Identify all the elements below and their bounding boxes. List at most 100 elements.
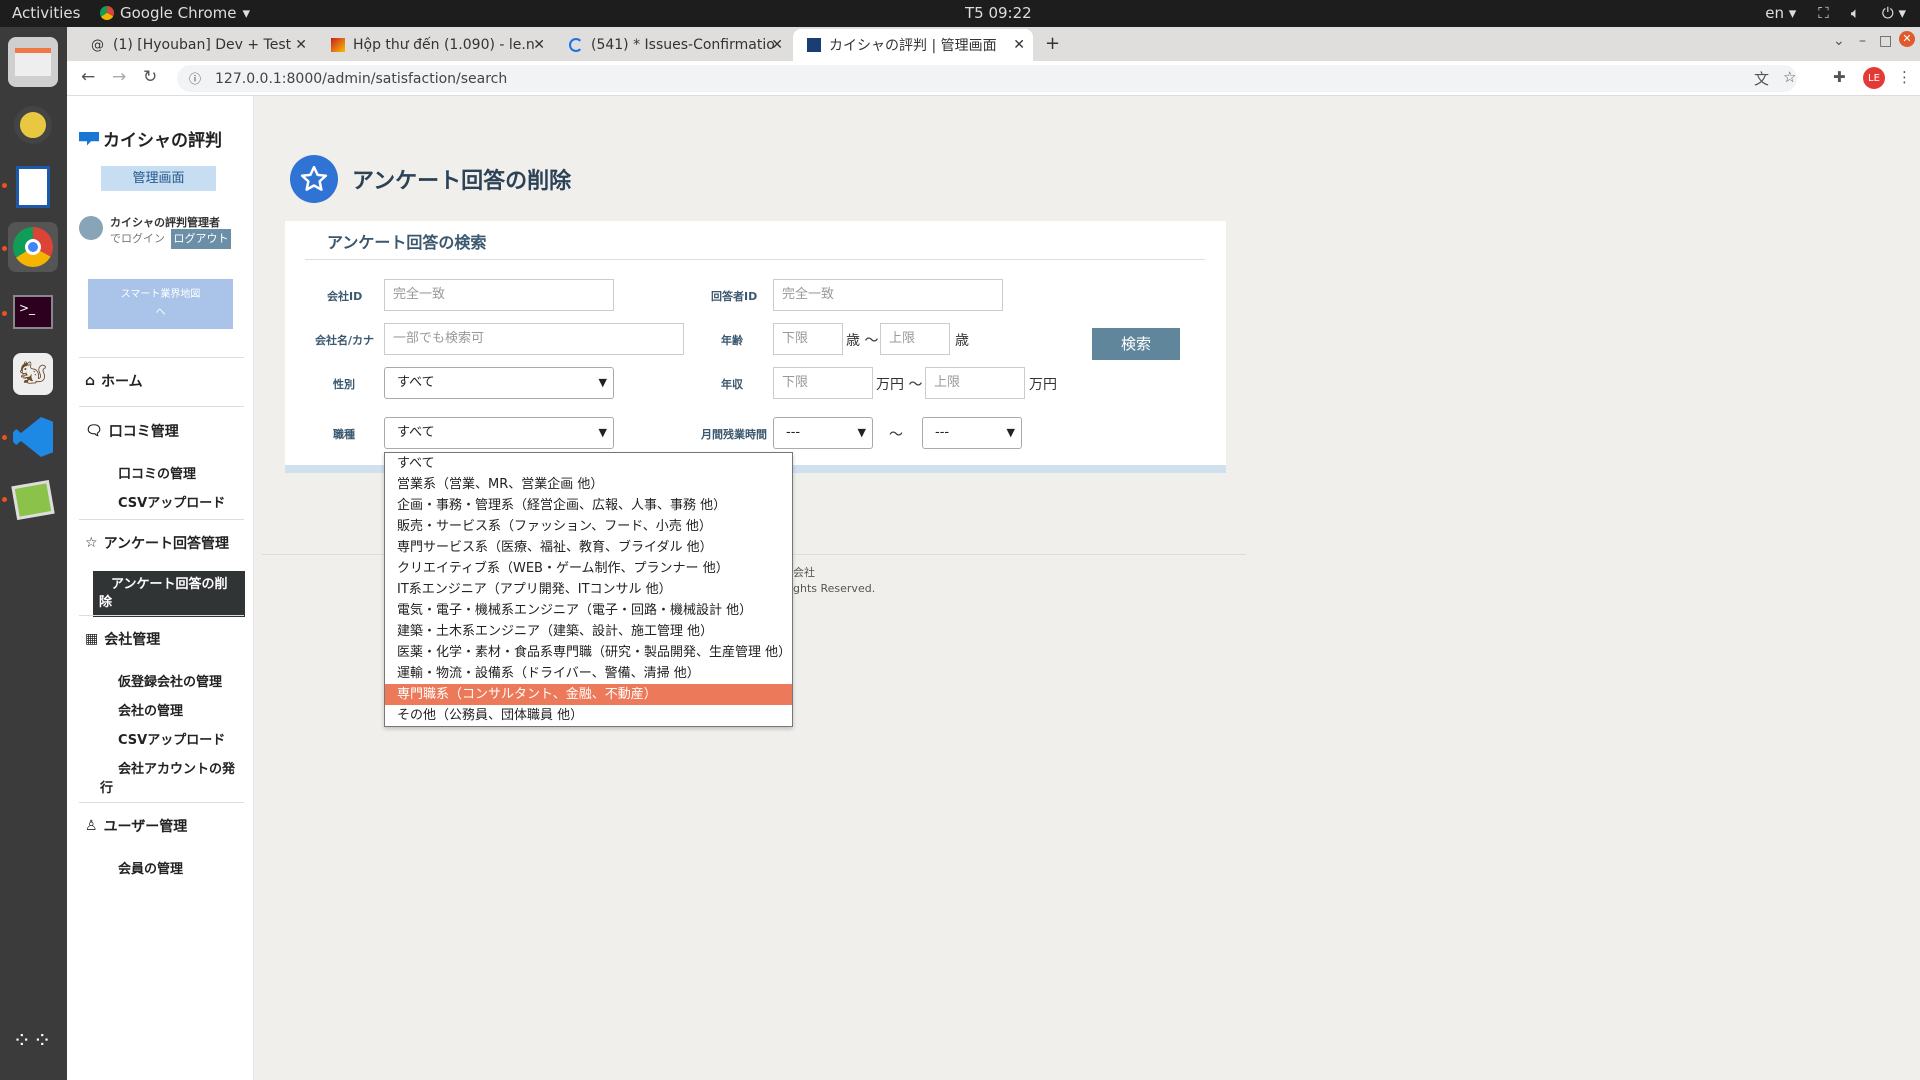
files-icon[interactable] (8, 37, 58, 87)
logout-button[interactable]: ログアウト (171, 229, 231, 249)
show-apps-icon[interactable]: ⁘⁘ (8, 1017, 58, 1067)
divider (79, 406, 244, 407)
sidebar-item-enquete-delete[interactable]: アンケート回答の削 除 (93, 571, 245, 617)
dropdown-option[interactable]: 営業系（営業、MR、営業企画 他） (385, 474, 792, 495)
close-icon[interactable]: ✕ (771, 37, 783, 53)
respondent-id-input[interactable]: 完全一致 (773, 279, 1003, 311)
back-button[interactable]: ← (81, 67, 95, 87)
logo-icon (79, 131, 99, 146)
income-min-input[interactable]: 下限 (773, 367, 873, 399)
smart-map-button[interactable]: スマート業界地図 へ (88, 279, 233, 329)
overtime-min-select[interactable]: --- ▼ (773, 417, 873, 449)
dropdown-option[interactable]: 販売・サービス系（ファッション、フード、小売 他） (385, 516, 792, 537)
image-viewer-icon[interactable] (8, 475, 58, 525)
sidebar-item-kuchikomi[interactable]: 🗨︎ 口コミ管理 (85, 421, 179, 441)
dropdown-option-highlighted[interactable]: 専門職系（コンサルタント、金融、不動産） (385, 684, 792, 705)
dropdown-option[interactable]: 専門サービス系（医療、福祉、教育、ブライダル 他） (385, 537, 792, 558)
tab-kaisha[interactable]: カイシャの評判 | 管理画面 ✕ (793, 29, 1033, 61)
extensions-icon[interactable]: ✚ (1833, 68, 1846, 86)
search-button[interactable]: 検索 (1092, 328, 1180, 360)
activities-button[interactable]: Activities (12, 4, 80, 22)
dropdown-option[interactable]: すべて (385, 453, 792, 474)
new-tab-button[interactable]: + (1045, 33, 1060, 54)
divider (79, 519, 244, 520)
dbeaver-icon[interactable]: 🐿︎ (8, 349, 58, 399)
window-maximize-button[interactable]: □ (1879, 33, 1892, 49)
dropdown-option[interactable]: その他（公務員、団体職員 他） (385, 705, 792, 726)
dropdown-option[interactable]: 電気・電子・機械系エンジニア（電子・回路・機械設計 他） (385, 600, 792, 621)
dropdown-option[interactable]: 医薬・化学・素材・食品系専門職（研究・製品開発、生産管理 他） (385, 642, 792, 663)
age-max-input[interactable]: 上限 (880, 323, 950, 355)
gender-select[interactable]: すべて ▼ (384, 367, 614, 399)
sidebar-item-kuchikomi-manage[interactable]: 口コミの管理 (118, 463, 196, 482)
window-minimize-button[interactable]: – (1859, 33, 1866, 49)
chrome-dock-icon[interactable] (8, 222, 58, 272)
tab-search-icon[interactable]: ⌄ (1833, 33, 1845, 49)
writer-icon[interactable] (8, 162, 58, 212)
translate-icon[interactable]: 文 (1754, 68, 1769, 89)
login-text: でログイン (110, 232, 165, 245)
sidebar-item-company[interactable]: ▦ 会社管理 (85, 629, 160, 649)
site-logo[interactable]: カイシャの評判 (79, 126, 222, 151)
dropdown-option[interactable]: クリエイティブ系（WEB・ゲーム制作、プランナー 他） (385, 558, 792, 579)
sidebar-item-user-manage[interactable]: 会員の管理 (118, 858, 183, 877)
close-icon[interactable]: ✕ (533, 37, 545, 53)
vscode-icon[interactable] (8, 412, 58, 462)
overtime-tilde: 〜 (889, 427, 903, 443)
profile-avatar[interactable]: LE (1863, 67, 1885, 89)
tab-gmail[interactable]: Hộp thư đến (1.090) - le.n ✕ (317, 29, 553, 61)
age-unit: 歳 (955, 333, 969, 349)
sidebar-item-company-manage[interactable]: 会社の管理 (118, 700, 183, 719)
sidebar-item-enquete[interactable]: ☆ アンケート回答管理 (85, 533, 229, 553)
dock: >_ 🐿︎ ⁘⁘ (0, 27, 67, 1080)
star-icon (290, 155, 338, 203)
sidebar-item-user[interactable]: ♙ ユーザー管理 (85, 816, 187, 836)
sidebar-item-kuchikomi-csv[interactable]: CSVアップロード (118, 492, 225, 511)
system-tray[interactable]: en ▾ ⛶ 🔈︎ ⏻ ▾ (1765, 4, 1906, 22)
job-select[interactable]: すべて ▼ (384, 417, 614, 449)
age-min-input[interactable]: 下限 (773, 323, 843, 355)
close-icon[interactable]: ✕ (1013, 37, 1025, 53)
search-panel: アンケート回答の検索 会社ID 完全一致 回答者ID 完全一致 会社名/カナ 一… (285, 221, 1226, 473)
dropdown-option[interactable]: 建築・土木系エンジニア（建築、設計、施工管理 他） (385, 621, 792, 642)
close-icon[interactable]: ✕ (295, 37, 307, 53)
income-unit: 万円 (1029, 377, 1057, 393)
reload-button[interactable]: ↻ (143, 67, 157, 87)
power-icon[interactable]: ⏻ ▾ (1882, 4, 1906, 22)
sidebar-item-company-temp[interactable]: 仮登録会社の管理 (118, 671, 222, 690)
company-name-input[interactable]: 一部でも検索可 (384, 323, 684, 355)
rhythmbox-icon[interactable] (8, 100, 58, 150)
company-id-input[interactable]: 完全一致 (384, 279, 614, 311)
clock[interactable]: T5 09:22 (965, 4, 1032, 22)
tab-issues[interactable]: (541) * Issues-Confirmatio ✕ (555, 29, 791, 61)
info-icon[interactable]: ⓘ (189, 70, 201, 87)
sidebar: カイシャの評判 管理画面 カイシャの評判管理者 でログイン ログアウト スマート… (67, 96, 254, 1080)
address-bar[interactable]: ⓘ 127.0.0.1:8000/admin/satisfaction/sear… (177, 65, 1797, 92)
sidebar-item-home[interactable]: ⌂ ホーム (85, 371, 143, 391)
overtime-max-select[interactable]: --- ▼ (922, 417, 1022, 449)
sidebar-item-company-csv[interactable]: CSVアップロード (118, 729, 225, 748)
menu-icon[interactable]: ⋮ (1897, 68, 1912, 86)
sidebar-item-company-account[interactable]: 会社アカウントの発 行 (100, 758, 235, 796)
tab-hyouban[interactable]: @ (1) [Hyouban] Dev + Test ✕ (77, 29, 315, 61)
star-icon: ☆ (85, 535, 98, 551)
bookmark-star-icon[interactable]: ☆ (1783, 68, 1796, 86)
chevron-down-icon: ▼ (598, 426, 607, 439)
divider (305, 259, 1205, 260)
income-max-input[interactable]: 上限 (925, 367, 1025, 399)
terminal-icon[interactable]: >_ (8, 287, 58, 337)
dropdown-option[interactable]: IT系エンジニア（アプリ開発、ITコンサル 他） (385, 579, 792, 600)
network-icon[interactable]: ⛶ (1818, 4, 1829, 22)
app-menu[interactable]: Google Chrome ▾ (100, 4, 250, 22)
url-text[interactable]: 127.0.0.1:8000/admin/satisfaction/search (215, 71, 507, 87)
chevron-down-icon: ▼ (598, 376, 607, 389)
job-dropdown-list[interactable]: すべて 営業系（営業、MR、営業企画 他） 企画・事務・管理系（経営企画、広報、… (384, 452, 793, 727)
income-label: 年収 (721, 378, 743, 391)
volume-icon[interactable]: 🔈︎ (1851, 4, 1860, 22)
tab-strip: @ (1) [Hyouban] Dev + Test ✕ Hộp thư đến… (67, 27, 1920, 61)
forward-button[interactable]: → (112, 67, 126, 87)
window-close-button[interactable]: ✕ (1899, 31, 1915, 47)
dropdown-option[interactable]: 企画・事務・管理系（経営企画、広報、人事、事務 他） (385, 495, 792, 516)
language-indicator[interactable]: en ▾ (1765, 4, 1796, 22)
dropdown-option[interactable]: 運輸・物流・設備系（ドライバー、警備、清掃 他） (385, 663, 792, 684)
